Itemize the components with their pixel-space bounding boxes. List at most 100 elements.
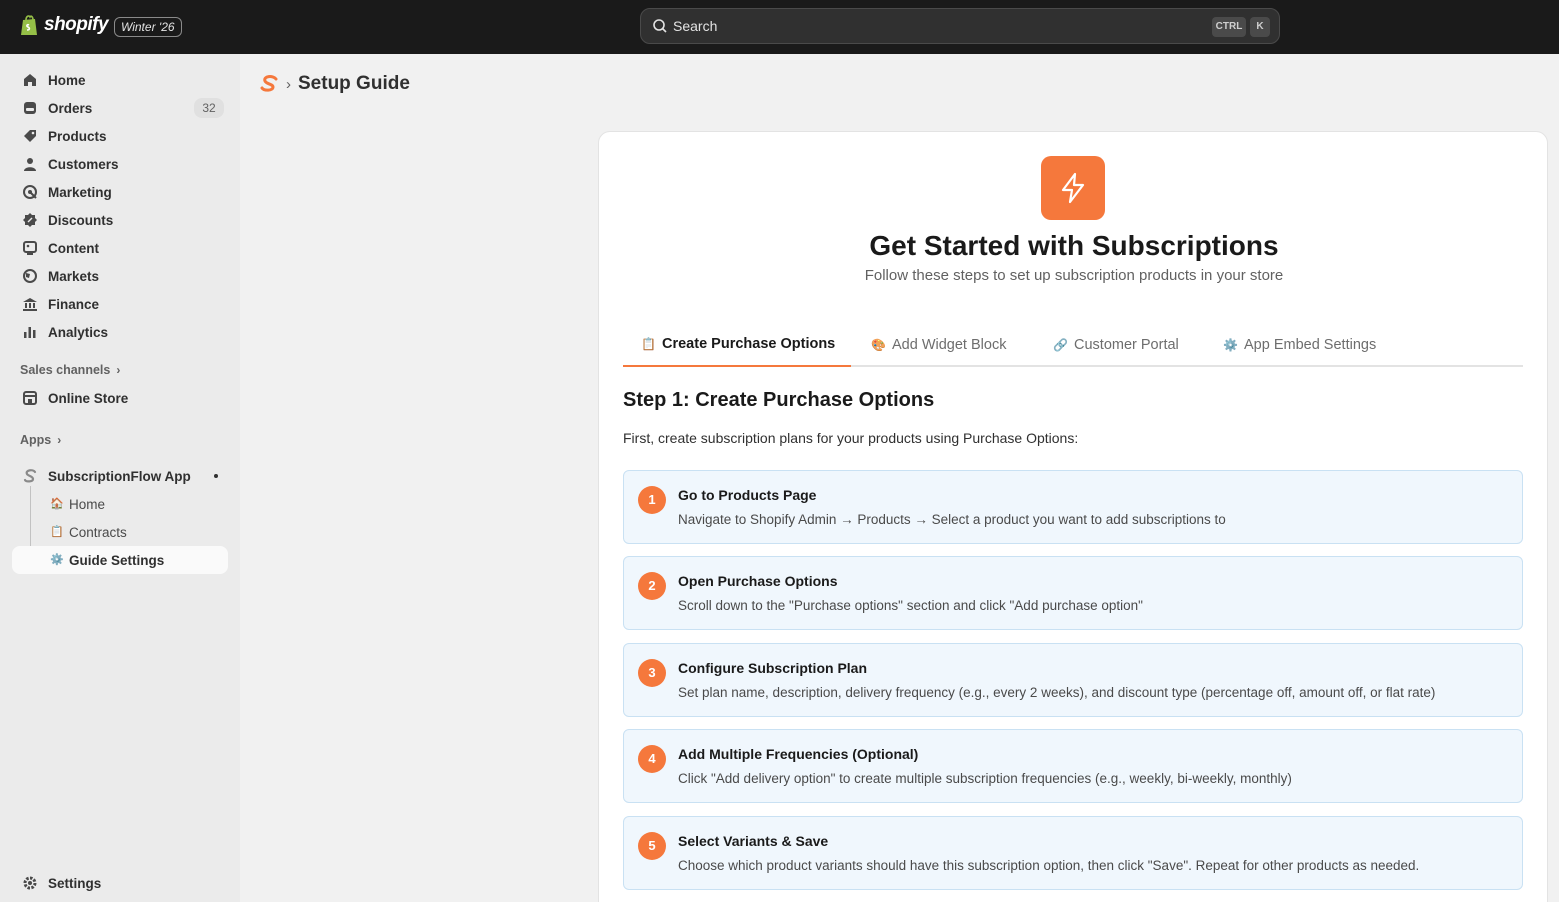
gear-icon (23, 876, 37, 890)
step-description: Click "Add delivery option" to create mu… (678, 771, 1292, 786)
sidebar-item-finance[interactable]: Finance (12, 290, 228, 318)
lightning-icon (1061, 172, 1085, 204)
sales-channels-heading[interactable]: Sales channels › (20, 363, 120, 377)
step-number-badge: 4 (638, 745, 666, 773)
tag-icon (24, 130, 36, 142)
sidebar-item-label: Content (48, 241, 99, 256)
subscriptionflow-app-icon (23, 469, 37, 483)
person-icon (24, 158, 36, 171)
sidebar-item-label: Customers (48, 157, 119, 172)
step-heading: Select Variants & Save (678, 833, 829, 849)
search-icon (653, 19, 667, 33)
step-card: 4 Add Multiple Frequencies (Optional) Cl… (623, 729, 1523, 803)
content-icon (23, 241, 37, 255)
sidebar-item-content[interactable]: Content (12, 234, 228, 262)
step-heading: Open Purchase Options (678, 573, 838, 589)
step-heading: Configure Subscription Plan (678, 660, 868, 676)
sidebar-item-settings[interactable]: Settings (12, 869, 228, 897)
sidebar-item-markets[interactable]: Markets (12, 262, 228, 290)
edition-badge[interactable]: Winter '26 (114, 17, 182, 37)
shortcut-ctrl-key: CTRL (1212, 17, 1246, 37)
discount-icon (23, 213, 37, 227)
step-card: 3 Configure Subscription Plan Set plan n… (623, 643, 1523, 717)
tab-label: Add Widget Block (892, 336, 1007, 353)
tab-label: Create Purchase Options (662, 335, 836, 352)
sidebar-item-marketing[interactable]: Marketing (12, 178, 228, 206)
hero-title: Get Started with Subscriptions (869, 230, 1279, 261)
step-number-badge: 5 (638, 832, 666, 860)
app-sub-item-label: Contracts (69, 525, 127, 540)
sidebar-item-label: Home (48, 73, 86, 88)
subscriptionflow-logo-icon[interactable] (258, 73, 280, 95)
apps-heading[interactable]: Apps › (20, 433, 61, 447)
breadcrumb: › Setup Guide (258, 72, 410, 96)
step-description: Scroll down to the "Purchase options" se… (678, 598, 1143, 613)
house-icon: 🏠 (50, 498, 64, 510)
sidebar-item-label: Finance (48, 297, 100, 312)
shortcut-k-key: K (1250, 17, 1270, 37)
step-section-title: Step 1: Create Purchase Options (623, 389, 935, 411)
app-sub-item-contracts[interactable]: 📋 Contracts (12, 518, 228, 546)
guide-tabs: 📋 Create Purchase Options 🎨 Add Widget B… (623, 322, 1523, 367)
palette-icon: 🎨 (871, 337, 886, 352)
sidebar-item-label: Orders (48, 101, 93, 116)
step-description: Navigate to Shopify Admin → Products → S… (678, 512, 1226, 527)
app-sub-item-label: Guide Settings (69, 553, 165, 568)
step-description: Set plan name, description, delivery fre… (678, 685, 1436, 700)
sidebar-item-label: Settings (48, 876, 102, 891)
sidebar-item-orders[interactable]: Orders 32 (12, 94, 228, 122)
sidebar-item-online-store[interactable]: Online Store (12, 384, 228, 412)
sidebar: Home Orders 32 Products Customers Market… (0, 54, 240, 902)
sidebar-item-customers[interactable]: Customers (12, 150, 228, 178)
sidebar-item-discounts[interactable]: Discounts (12, 206, 228, 234)
globe-icon (23, 269, 37, 283)
active-app-dot (214, 474, 218, 478)
tab-label: App Embed Settings (1244, 336, 1377, 353)
target-icon (23, 185, 37, 199)
setup-guide-card: Get Started with Subscriptions Follow th… (598, 131, 1548, 902)
hero-icon-tile (1041, 156, 1105, 220)
step-heading: Add Multiple Frequencies (Optional) (678, 746, 919, 762)
top-bar: shopify Winter '26 Search CTRL K (0, 0, 1559, 54)
sidebar-item-subscriptionflow-app[interactable]: SubscriptionFlow App (12, 462, 228, 490)
sidebar-item-products[interactable]: Products (12, 122, 228, 150)
shopify-logo[interactable]: shopify (20, 14, 109, 36)
page-title: Setup Guide (298, 73, 410, 94)
app-sub-item-guide-settings[interactable]: ⚙️ Guide Settings (12, 546, 228, 574)
sidebar-item-analytics[interactable]: Analytics (12, 318, 228, 346)
step-number-badge: 1 (638, 486, 666, 514)
tab-customer-portal[interactable]: 🔗 Customer Portal (1053, 322, 1179, 367)
sidebar-item-home[interactable]: Home (12, 66, 228, 94)
sidebar-item-label: SubscriptionFlow App (48, 469, 191, 484)
step-number-badge: 2 (638, 572, 666, 600)
search-placeholder: Search (673, 18, 718, 34)
bank-icon (23, 298, 37, 311)
tab-add-widget-block[interactable]: 🎨 Add Widget Block (871, 322, 1006, 367)
chevron-right-icon: › (57, 433, 62, 447)
step-description: Choose which product variants should hav… (678, 858, 1420, 873)
link-icon: 🔗 (1053, 337, 1068, 352)
brand-name: shopify (44, 14, 109, 35)
step-card: 5 Select Variants & Save Choose which pr… (623, 816, 1523, 890)
app-sub-item-label: Home (69, 497, 106, 512)
apps-label: Apps (20, 433, 52, 447)
step-number-badge: 3 (638, 659, 666, 687)
step-card: 1 Go to Products Page Navigate to Shopif… (623, 470, 1523, 544)
orders-count-badge: 32 (194, 98, 224, 118)
home-icon (24, 74, 36, 86)
sidebar-item-label: Analytics (48, 325, 109, 340)
gear-icon: ⚙️ (50, 554, 64, 566)
search-bar[interactable]: Search CTRL K (640, 8, 1280, 44)
tab-create-purchase-options[interactable]: 📋 Create Purchase Options (623, 322, 852, 367)
step-section-intro: First, create subscription plans for you… (623, 430, 1079, 446)
sidebar-item-label: Discounts (48, 213, 114, 228)
store-icon (23, 391, 37, 405)
app-sub-item-home[interactable]: 🏠 Home (12, 490, 228, 518)
sidebar-item-label: Online Store (48, 391, 129, 406)
sidebar-item-label: Marketing (48, 185, 112, 200)
orders-icon (24, 102, 36, 114)
tab-app-embed-settings[interactable]: ⚙️ App Embed Settings (1223, 322, 1376, 367)
chevron-right-icon: › (116, 363, 121, 377)
step-card: 2 Open Purchase Options Scroll down to t… (623, 556, 1523, 630)
shopify-bag-icon (21, 15, 37, 35)
